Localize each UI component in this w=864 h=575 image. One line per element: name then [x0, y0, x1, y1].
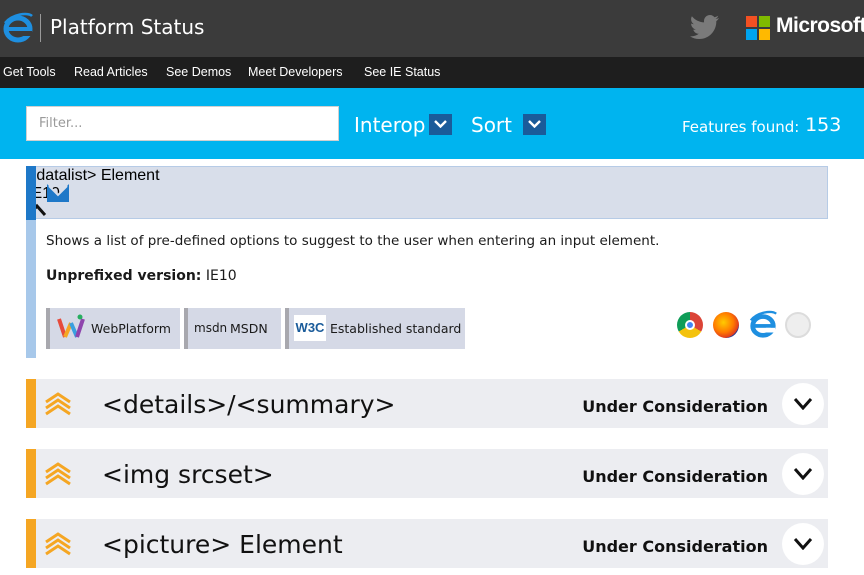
msdn-icon: msdn	[194, 321, 228, 335]
unprefixed-label: Unprefixed version:	[46, 268, 202, 284]
chevron-down-icon	[528, 120, 541, 128]
expand-button[interactable]	[782, 453, 824, 495]
link-w3c[interactable]: W3C Established standard	[285, 308, 465, 349]
chevrons-up-icon	[45, 462, 71, 486]
features-found-label: Features found:	[682, 118, 800, 136]
secondary-nav: Get Tools Read Articles See Demos Meet D…	[0, 57, 864, 88]
feature-status: Under Consideration	[582, 537, 768, 556]
ie-icon	[749, 310, 777, 338]
nav-get-tools[interactable]: Get Tools	[3, 65, 56, 79]
collapse-button[interactable]	[27, 203, 827, 222]
html5-element-icon	[47, 184, 69, 202]
webplatform-icon	[57, 314, 85, 338]
site-title[interactable]: Platform Status	[50, 15, 204, 39]
feature-card-picture[interactable]: <picture> Element Under Consideration	[26, 519, 828, 568]
link-webplatform-label: WebPlatform	[91, 321, 171, 336]
header-divider	[40, 14, 41, 42]
interop-label[interactable]: Interop	[354, 113, 425, 137]
chevrons-up-icon	[45, 392, 71, 416]
filter-input[interactable]	[26, 106, 339, 141]
unprefixed-value: IE10	[205, 268, 237, 284]
chevron-down-icon	[793, 398, 813, 410]
link-msdn[interactable]: msdn MSDN	[184, 308, 281, 349]
expand-button[interactable]	[782, 523, 824, 565]
interop-dropdown-button[interactable]	[429, 114, 452, 135]
feature-card-img-srcset[interactable]: <img srcset> Under Consideration	[26, 449, 828, 498]
link-w3c-label: Established standard	[330, 321, 462, 336]
feature-status: Under Consideration	[582, 467, 768, 486]
feature-header-datalist[interactable]: <datalist> Element IE10+	[26, 166, 828, 222]
unprefixed-version: Unprefixed version: IE10	[46, 268, 237, 284]
feature-name[interactable]: <datalist> Element	[27, 167, 827, 185]
browser-support	[677, 310, 817, 340]
feature-accent	[26, 449, 36, 498]
microsoft-logo-icon[interactable]	[746, 16, 770, 40]
features-found: Features found: 153	[682, 114, 842, 137]
feature-accent	[26, 519, 36, 568]
sort-label[interactable]: Sort	[471, 113, 512, 137]
feature-accent	[26, 166, 36, 220]
feature-status: Under Consideration	[582, 397, 768, 416]
feature-name[interactable]: <details>/<summary>	[102, 390, 395, 419]
chevron-down-icon	[793, 538, 813, 550]
filter-bar: Interop Sort Features found: 153	[0, 88, 864, 159]
feature-name[interactable]: <picture> Element	[102, 530, 343, 559]
feature-description: Shows a list of pre-defined options to s…	[46, 233, 660, 249]
feature-card-datalist: <datalist> Element IE10+ Shows a list of…	[26, 166, 828, 358]
feature-card-details-summary[interactable]: <details>/<summary> Under Consideration	[26, 379, 828, 428]
nav-read-articles[interactable]: Read Articles	[74, 65, 148, 79]
expand-button[interactable]	[782, 383, 824, 425]
firefox-icon	[713, 312, 739, 338]
opera-icon	[785, 312, 811, 338]
twitter-icon[interactable]	[690, 14, 720, 42]
microsoft-brand-text[interactable]: Microsoft	[776, 14, 864, 38]
chevrons-up-icon	[45, 532, 71, 556]
w3c-icon: W3C	[294, 315, 326, 341]
features-found-count: 153	[805, 114, 842, 136]
top-header: Platform Status Microsoft	[0, 0, 864, 57]
link-msdn-label: MSDN	[230, 321, 268, 336]
detail-rule	[26, 220, 36, 358]
feature-accent	[26, 379, 36, 428]
ie-logo-icon[interactable]	[2, 12, 34, 44]
chevron-down-icon	[793, 468, 813, 480]
nav-meet-developers[interactable]: Meet Developers	[248, 65, 343, 79]
nav-see-ie-status[interactable]: See IE Status	[364, 65, 440, 79]
link-webplatform[interactable]: WebPlatform	[46, 308, 180, 349]
sort-dropdown-button[interactable]	[523, 114, 546, 135]
chevron-down-icon	[434, 120, 447, 128]
feature-name[interactable]: <img srcset>	[102, 460, 274, 489]
feature-status: IE10+	[27, 185, 827, 203]
nav-see-demos[interactable]: See Demos	[166, 65, 231, 79]
chrome-icon	[677, 312, 703, 338]
